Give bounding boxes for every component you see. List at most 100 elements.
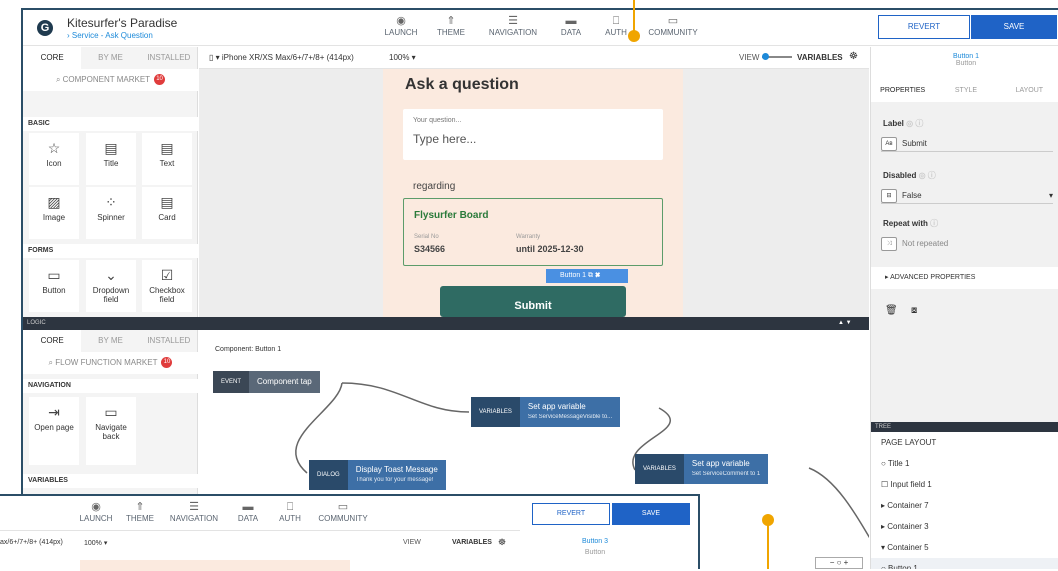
secondary-window: ◉ LAUNCH ⇑ THEME ☰ NAVIGATION ▬ DATA ⎕ AUTH ▭…	[0, 494, 700, 571]
tab-layout[interactable]: LAYOUT	[998, 80, 1058, 102]
tree-item[interactable]: ○ Title 1	[871, 453, 1058, 474]
zoom-select[interactable]: 100% ▾	[389, 53, 416, 62]
title-icon: ▤	[104, 140, 118, 156]
tile-navigate-back[interactable]: ▭ Navigate back	[86, 397, 136, 465]
tile-spinner[interactable]: ⁘ Spinner	[86, 187, 136, 239]
theme-icon: ⇑	[446, 15, 456, 27]
chevron-down-icon: ▾	[1048, 191, 1053, 200]
tab-by-me[interactable]: BY ME	[81, 47, 139, 69]
tile-icon[interactable]: ☆ Icon	[29, 133, 79, 185]
card-icon: ▤	[160, 194, 174, 210]
nav-theme[interactable]: ⇑ THEME	[421, 14, 481, 37]
repeat-binding-icon[interactable]: ⤨	[881, 236, 897, 251]
tree-item[interactable]: ▾ Container 5	[871, 537, 1058, 558]
repeat-field[interactable]: ⤨ Not repeated	[881, 236, 1053, 252]
tree-item[interactable]: ☐ Input field 1	[871, 474, 1058, 495]
bug-icon[interactable]: ☸	[498, 537, 506, 548]
tab-core[interactable]: CORE	[23, 47, 82, 69]
tree-page-layout[interactable]: PAGE LAYOUT	[871, 432, 1058, 453]
label-field[interactable]: Aʙ Submit	[881, 136, 1053, 152]
question-input[interactable]: Your question... Type here...	[403, 109, 663, 160]
tab-style[interactable]: STYLE	[934, 80, 997, 102]
revert-button[interactable]: REVERT	[532, 503, 610, 525]
inspect-icon[interactable]: ⧇	[911, 305, 917, 316]
navigation-icon: ☰	[189, 501, 199, 513]
canvas-toolbar: ▯ ▾ iPhone XR/XS Max/6+/7+/8+ (414px) 10…	[199, 47, 869, 69]
device-select[interactable]: ▯ ▾ iPhone XR/XS Max/6+/7+/8+ (414px)	[209, 53, 354, 62]
view-label: VIEW	[403, 539, 421, 546]
view-toggle[interactable]	[762, 53, 792, 60]
tab-properties[interactable]: PROPERTIES	[871, 80, 934, 102]
device-select[interactable]: ax/6+/7+/8+ (414px)	[0, 539, 63, 546]
logic-bar[interactable]: LOGIC ▲ ▼	[23, 317, 869, 330]
view-label: VIEW	[739, 53, 760, 62]
tile-text[interactable]: ▤ Text	[142, 133, 192, 185]
nav-community[interactable]: ▭ COMMUNITY	[643, 14, 703, 37]
selected-type: Button	[955, 60, 977, 67]
marker-line	[767, 522, 769, 569]
close-icon[interactable]: ✖	[595, 272, 600, 279]
tree-item-selected[interactable]: ○ Button 1	[871, 558, 1058, 569]
tree-item[interactable]: ▸ Container 3	[871, 516, 1058, 537]
nav-navigation[interactable]: ☰ NAVIGATION	[164, 500, 224, 523]
zoom-controls[interactable]: − ○ +	[815, 557, 863, 569]
node-event[interactable]: EVENT Component tap	[213, 371, 320, 393]
nav-theme[interactable]: ⇑ THEME	[110, 500, 170, 523]
flow-market-badge: 10	[161, 357, 173, 369]
text-icon: ▤	[160, 140, 174, 156]
dropdown-icon: ⌄	[105, 267, 117, 283]
tile-open-page[interactable]: ⇥ Open page	[29, 397, 79, 465]
disabled-select[interactable]: ⊟ False ▾	[881, 188, 1053, 204]
navigation-icon: ☰	[508, 15, 518, 27]
selected-name: Button 1	[952, 53, 980, 60]
save-button[interactable]: SAVE	[971, 15, 1057, 39]
selection-badge[interactable]: Button 1 ⧉ ✖	[546, 269, 628, 283]
tile-card[interactable]: ▤ Card	[142, 187, 192, 239]
zoom-select[interactable]: 100% ▾	[84, 539, 107, 547]
bug-icon[interactable]: ☸	[849, 51, 858, 62]
text-binding-icon[interactable]: Aʙ	[881, 136, 897, 151]
tile-image[interactable]: ▨ Image	[29, 187, 79, 239]
tree-header: TREE	[871, 422, 1058, 432]
logic-tab-by-me[interactable]: BY ME	[81, 330, 139, 352]
info-icon[interactable]: ◎ ⓘ	[906, 119, 923, 128]
community-icon: ▭	[667, 15, 679, 27]
tree-item[interactable]: ▸ Container 7	[871, 495, 1058, 516]
regarding-text: regarding	[413, 181, 456, 192]
tile-checkbox[interactable]: ☑ Checkbox field	[142, 260, 192, 312]
node-set-var-1[interactable]: VARIABLES Set app variable Set ServiceMes…	[471, 397, 621, 427]
advanced-properties[interactable]: ▸ ADVANCED PROPERTIES	[871, 267, 1058, 289]
flow-market-search[interactable]: ⌕ FLOW FUNCTION MARKET 10	[23, 352, 198, 374]
checkbox-icon: ☑	[160, 267, 174, 283]
tile-button[interactable]: ▭ Button	[29, 260, 79, 312]
copy-icon[interactable]: ⧉	[588, 272, 593, 279]
save-button[interactable]: SAVE	[612, 503, 690, 525]
info-icon[interactable]: ◎ ⓘ	[919, 171, 936, 180]
logic-tab-installed[interactable]: INSTALLED	[140, 330, 198, 352]
logic-tab-core[interactable]: CORE	[23, 330, 82, 352]
section-basic: BASIC	[23, 117, 198, 131]
auth-icon: ⎕	[612, 15, 620, 27]
collapse-icon[interactable]: ▲ ▼	[838, 317, 852, 330]
button-icon: ▭	[47, 267, 61, 283]
revert-button[interactable]: REVERT	[878, 15, 970, 39]
node-dialog[interactable]: DIALOG Display Toast Message Thank you fo…	[309, 460, 446, 490]
nav-auth[interactable]: ⎕ AUTH	[260, 500, 320, 523]
product-card[interactable]: Flysurfer Board Serial No S34566 Warrant…	[403, 198, 663, 266]
component-market-search[interactable]: ⌕ COMPONENT MARKET 10	[23, 69, 198, 91]
delete-icon[interactable]: 🗑	[885, 305, 898, 316]
node-set-var-2[interactable]: VARIABLES Set app variable Set ServiceCom…	[635, 454, 769, 484]
spinner-icon: ⁘	[105, 194, 117, 210]
submit-button[interactable]: Submit	[440, 286, 626, 317]
variables-label: VARIABLES	[452, 539, 492, 546]
info-icon[interactable]: ⓘ	[930, 219, 938, 228]
tab-installed[interactable]: INSTALLED	[140, 47, 198, 69]
nav-navigation[interactable]: ☰ NAVIGATION	[483, 14, 543, 37]
breadcrumb[interactable]: › Service - Ask Question	[67, 31, 153, 40]
toggle-binding-icon[interactable]: ⊟	[881, 188, 897, 203]
app-logo[interactable]: G	[37, 20, 53, 36]
tile-title[interactable]: ▤ Title	[86, 133, 136, 185]
nav-community[interactable]: ▭ COMMUNITY	[313, 500, 373, 523]
tile-dropdown[interactable]: ⌄ Dropdown field	[86, 260, 136, 312]
marker-dot	[762, 514, 774, 526]
